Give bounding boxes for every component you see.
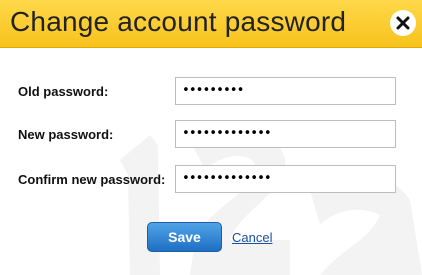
old-password-input[interactable]: ••••••••• [175, 77, 396, 105]
dialog-title: Change account password [10, 6, 347, 37]
confirm-password-row: Confirm new password: ••••••••••••• [18, 165, 400, 193]
old-password-label: Old password: [18, 84, 109, 99]
close-icon [396, 16, 410, 30]
cancel-link[interactable]: Cancel [232, 230, 272, 245]
new-password-row: New password: ••••••••••••• [18, 120, 400, 148]
new-password-label: New password: [18, 127, 114, 142]
new-password-input[interactable]: ••••••••••••• [175, 120, 396, 148]
confirm-password-label: Confirm new password: [18, 172, 166, 187]
save-button[interactable]: Save [147, 222, 222, 252]
change-password-dialog: Change account password Old password: ••… [0, 0, 422, 275]
dialog-header: Change account password [0, 0, 422, 48]
confirm-password-input[interactable]: ••••••••••••• [175, 165, 396, 193]
close-button[interactable] [390, 10, 416, 36]
old-password-row: Old password: ••••••••• [18, 77, 400, 105]
